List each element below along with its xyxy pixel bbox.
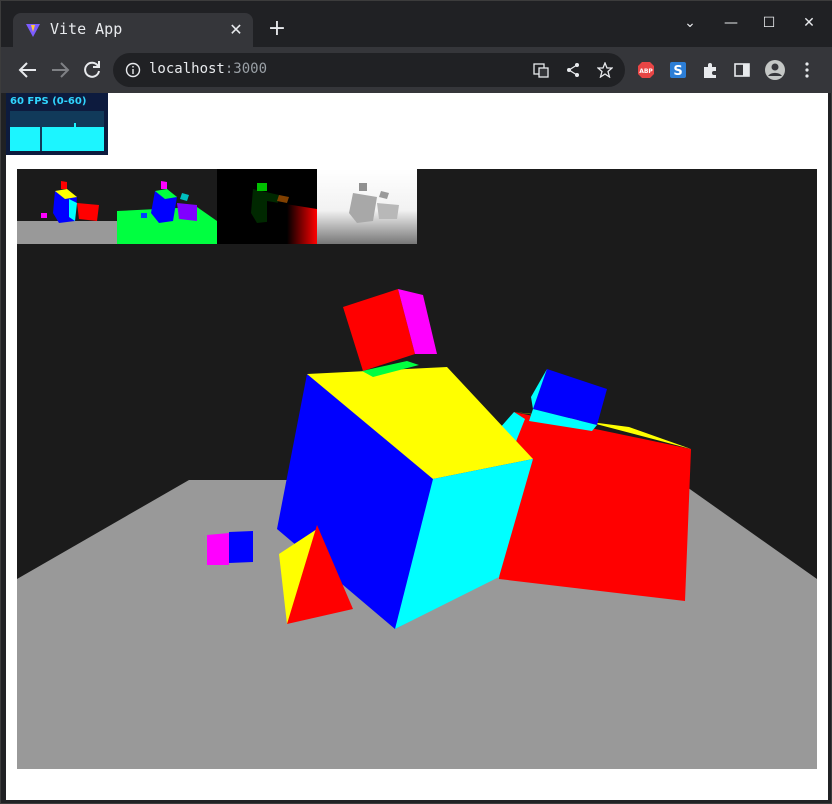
s-extension-icon[interactable]: S (669, 61, 687, 79)
bookmark-star-icon[interactable] (597, 62, 613, 78)
forward-arrow-icon[interactable] (48, 58, 72, 82)
url-host: localhost (149, 61, 225, 77)
tab-close-icon[interactable]: ✕ (225, 19, 247, 41)
address-bar[interactable]: localhost:3000 (113, 53, 625, 87)
small-cube-face-blue (229, 531, 253, 563)
tab-search-dropdown-icon[interactable]: ⌄ (678, 15, 702, 31)
site-info-icon[interactable] (125, 62, 141, 78)
tab-vite-app[interactable]: Vite App ✕ (13, 13, 253, 47)
s-extension-label: S (673, 64, 682, 79)
new-tab-button[interactable]: + (265, 18, 289, 42)
preview-velocity (217, 169, 317, 244)
share-icon[interactable] (565, 62, 581, 78)
small-cube-face-magenta (207, 533, 229, 565)
extensions-puzzle-icon[interactable] (701, 61, 719, 79)
profile-avatar-icon[interactable] (764, 59, 786, 81)
preview-depth (317, 169, 417, 244)
page-viewport: 60 FPS (0-60) (6, 93, 828, 800)
vite-logo-icon (26, 24, 40, 37)
browser-toolbar: localhost:3000 ABP S (1, 47, 832, 93)
url-port: :3000 (224, 61, 268, 77)
preview-color (17, 169, 117, 244)
abp-icon[interactable]: ABP (637, 61, 655, 79)
maximize-button[interactable]: ☐ (757, 15, 781, 31)
fps-label: 60 FPS (0-60) (10, 96, 87, 107)
tab-strip: Vite App ✕ + ⌄ — ☐ ✕ (1, 1, 832, 47)
reload-icon[interactable] (80, 58, 104, 82)
fps-graph (10, 111, 104, 151)
url-text: localhost:3000 (149, 61, 267, 77)
abp-icon-label: ABP (639, 68, 653, 75)
minimize-button[interactable]: — (719, 15, 743, 31)
tab-title: Vite App (50, 20, 123, 38)
translate-icon[interactable] (533, 62, 549, 78)
close-window-button[interactable]: ✕ (797, 15, 821, 31)
fps-stats-panel[interactable]: 60 FPS (0-60) (6, 93, 108, 155)
preview-normal (117, 169, 217, 244)
more-menu-icon[interactable] (798, 61, 816, 79)
webgl-canvas[interactable] (17, 169, 817, 769)
side-panel-icon[interactable] (733, 61, 751, 79)
back-arrow-icon[interactable] (16, 58, 40, 82)
browser-window: Vite App ✕ + ⌄ — ☐ ✕ localhost:3000 ABP … (0, 0, 832, 804)
